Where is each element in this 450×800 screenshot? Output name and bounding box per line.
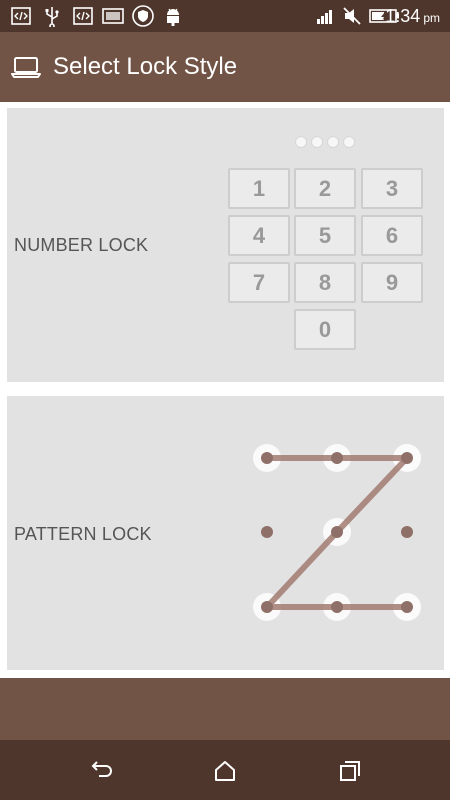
pin-dot xyxy=(343,136,355,148)
usb-icon xyxy=(41,5,63,27)
pattern-lock-card[interactable]: PATTERN LOCK xyxy=(7,396,444,670)
pattern-node xyxy=(261,452,273,464)
key-4: 4 xyxy=(228,215,290,256)
navigation-bar xyxy=(0,740,450,800)
pattern-node xyxy=(331,452,343,464)
pin-dots xyxy=(295,136,359,150)
signal-icon xyxy=(315,5,337,27)
status-bar: 1:34 pm xyxy=(0,0,450,32)
key-7: 7 xyxy=(228,262,290,303)
status-time: 1:34 pm xyxy=(385,6,440,26)
app-bar: Select Lock Style xyxy=(0,32,450,102)
home-icon[interactable] xyxy=(212,758,238,784)
back-icon[interactable] xyxy=(87,758,113,784)
shield-icon xyxy=(132,5,154,27)
key-2: 2 xyxy=(294,168,356,209)
key-8: 8 xyxy=(294,262,356,303)
pattern-node xyxy=(331,601,343,613)
recents-icon[interactable] xyxy=(337,758,363,784)
pattern-node xyxy=(261,526,273,538)
mute-icon xyxy=(341,5,363,27)
key-6: 6 xyxy=(361,215,423,256)
page-title: Select Lock Style xyxy=(53,53,238,80)
key-1: 1 xyxy=(228,168,290,209)
code-icon xyxy=(10,5,32,27)
key-9: 9 xyxy=(361,262,423,303)
android-icon xyxy=(162,5,184,27)
code-icon xyxy=(72,5,94,27)
key-3: 3 xyxy=(361,168,423,209)
number-lock-card[interactable]: NUMBER LOCK 1 2 3 4 5 6 7 8 9 0 xyxy=(7,108,444,382)
key-5: 5 xyxy=(294,215,356,256)
laptop-icon xyxy=(11,55,41,79)
screenshot-icon xyxy=(102,5,124,27)
pattern-node xyxy=(401,452,413,464)
pattern-node xyxy=(401,526,413,538)
pin-dot xyxy=(327,136,339,148)
pattern-grid xyxy=(247,436,427,626)
footer-bar xyxy=(0,678,450,740)
pattern-node xyxy=(261,601,273,613)
pattern-lock-label: PATTERN LOCK xyxy=(14,524,152,544)
pattern-node xyxy=(401,601,413,613)
pin-dot xyxy=(311,136,323,148)
number-lock-label: NUMBER LOCK xyxy=(14,235,149,255)
key-0: 0 xyxy=(294,309,356,350)
pin-dot xyxy=(295,136,307,148)
pattern-node xyxy=(331,526,343,538)
